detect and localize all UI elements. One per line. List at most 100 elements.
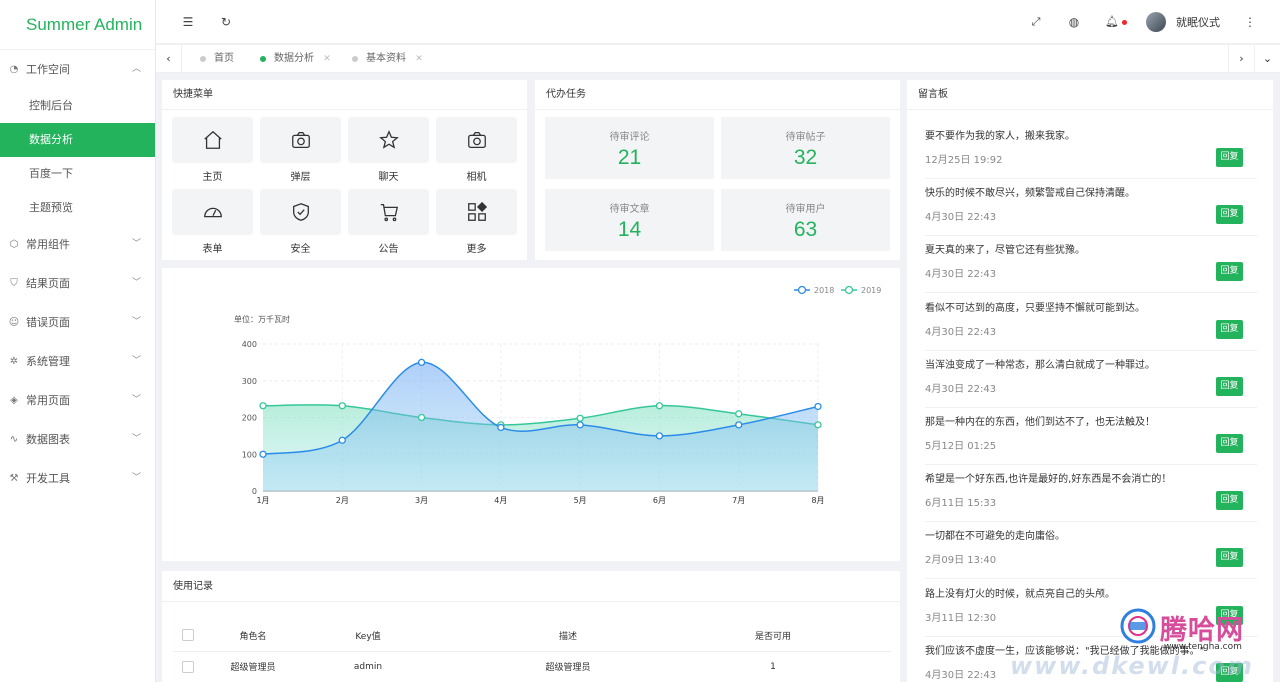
message-time: 4月30日 22:43 xyxy=(925,212,997,224)
data-point-2018 xyxy=(259,450,267,458)
sidebar-group-results[interactable]: ⛉ 结果页面 ﹀ xyxy=(0,264,155,303)
sidebar-group-label: 错误页面 xyxy=(26,316,70,329)
table-row[interactable]: 超级管理员 admin 超级管理员 1 xyxy=(173,651,891,682)
task-users[interactable]: 待审用户 63 xyxy=(721,189,890,251)
reply-button[interactable]: 回复 xyxy=(1216,491,1243,511)
tab-dot xyxy=(352,56,358,62)
y-tick-label: 300 xyxy=(242,377,257,386)
camera-icon xyxy=(468,132,486,148)
sidebar-group-label: 数据图表 xyxy=(26,433,70,446)
reply-button[interactable]: 回复 xyxy=(1216,262,1243,282)
quick-menu-layer[interactable] xyxy=(260,117,341,163)
user-name[interactable]: 就眠仪式 xyxy=(1176,0,1220,46)
row-checkbox[interactable] xyxy=(173,651,203,682)
reply-button[interactable]: 回复 xyxy=(1216,148,1243,167)
message-time: 12月25日 19:92 xyxy=(925,155,1003,166)
reply-button[interactable]: 回复 xyxy=(1216,319,1243,339)
cube-icon: ⬡ xyxy=(9,239,19,250)
reply-button[interactable]: 回复 xyxy=(1216,205,1243,225)
message-item: 快乐的时候不敢尽兴，频繁警戒自己保持清醒。 4月30日 22:43 回复 xyxy=(925,179,1257,237)
reply-button[interactable]: 回复 xyxy=(1216,548,1243,568)
tab-scroll-right-icon[interactable]: › xyxy=(1228,45,1254,73)
fullscreen-icon[interactable]: ⤢ xyxy=(1026,0,1046,44)
message-item: 看似不可达到的高度，只要坚持不懈就可能到达。 4月30日 22:43 回复 xyxy=(925,294,1257,351)
layers-icon: ◈ xyxy=(10,395,18,406)
message-item: 当浑浊变成了一种常态，那么清白就成了一种罪过。 4月30日 22:43 回复 xyxy=(925,351,1257,408)
message-item: 一切都在不可避免的走向庸俗。 2月09日 13:40 回复 xyxy=(925,522,1257,580)
quick-menu-card: 快捷菜单 主页 弹层 聊天 相机 表单 安全 公告 更多 xyxy=(162,80,527,260)
globe-icon[interactable]: ◍ xyxy=(1064,0,1084,44)
quick-menu-security[interactable] xyxy=(260,189,341,235)
x-tick-label: 8月 xyxy=(811,496,824,505)
task-comments[interactable]: 待审评论 21 xyxy=(545,117,714,179)
sidebar-group-pages[interactable]: ◈ 常用页面 ﹀ xyxy=(0,381,155,420)
select-all-checkbox[interactable] xyxy=(173,620,203,652)
task-articles[interactable]: 待审文章 14 xyxy=(545,189,714,251)
quick-menu-form[interactable] xyxy=(172,189,253,235)
message-text: 那是一种内在的东西，他们到达不了，也无法触及！ xyxy=(925,417,1155,428)
data-point-2018 xyxy=(338,436,346,444)
sidebar-group-workspace[interactable]: ◔ 工作空间 ︿ xyxy=(0,50,155,89)
sidebar-group-system[interactable]: ✲ 系统管理 ﹀ xyxy=(0,342,155,381)
watermark-url: www.tengha.com xyxy=(1164,642,1242,652)
chevron-down-icon: ﹀ xyxy=(131,239,141,249)
sidebar-item-baidu[interactable]: 百度一下 xyxy=(0,157,155,191)
message-time: 4月30日 22:43 xyxy=(925,269,997,281)
sidebar-group-charts[interactable]: ∿ 数据图表 ﹀ xyxy=(0,420,155,459)
quick-menu-label: 表单 xyxy=(202,244,223,255)
tab-menu-chevron-down-icon[interactable]: ⌄ xyxy=(1254,45,1280,73)
x-tick-label: 3月 xyxy=(415,496,428,505)
task-count: 21 xyxy=(617,146,642,169)
x-tick-label: 5月 xyxy=(574,496,587,505)
column-header: 描述 xyxy=(433,620,703,652)
dashboard-icon: ◔ xyxy=(9,64,19,75)
bell-icon[interactable]: 🔔︎ xyxy=(1102,0,1122,44)
quick-menu-title: 快捷菜单 xyxy=(162,80,527,110)
sidebar-group-errors[interactable]: ☺ 错误页面 ﹀ xyxy=(0,303,155,342)
reply-button[interactable]: 回复 xyxy=(1216,376,1243,396)
tasks-title: 代办任务 xyxy=(535,80,900,110)
quick-menu-more[interactable] xyxy=(436,189,517,235)
table-cell: 超级管理员 xyxy=(433,651,703,682)
quick-menu-label: 主页 xyxy=(202,172,223,183)
quick-menu-chat[interactable] xyxy=(348,117,429,163)
more-icon[interactable]: ⋮ xyxy=(1240,0,1260,44)
close-icon[interactable]: ✕ xyxy=(415,54,423,64)
star-icon xyxy=(379,130,399,149)
menu-fold-icon[interactable]: ☰ xyxy=(178,0,198,44)
column-header: 是否可用 xyxy=(703,620,843,652)
reply-button[interactable]: 回复 xyxy=(1216,434,1243,453)
tab-scroll-left-icon[interactable]: ‹ xyxy=(156,45,182,73)
message-text: 快乐的时候不敢尽兴，频繁警戒自己保持清醒。 xyxy=(925,188,1135,200)
tab-home[interactable]: 首页 xyxy=(198,45,234,73)
table-cell: 1 xyxy=(703,651,843,682)
refresh-icon[interactable]: ↻ xyxy=(216,0,236,44)
quick-menu-home[interactable] xyxy=(172,117,253,163)
tab-dot xyxy=(200,56,206,62)
message-text: 当浑浊变成了一种常态，那么清白就成了一种罪过。 xyxy=(925,359,1155,371)
quick-menu-notice[interactable] xyxy=(348,189,429,235)
table-header-row: 角色名 Key值 描述 是否可用 xyxy=(173,620,891,652)
data-point-2018 xyxy=(814,402,822,411)
tab-analysis[interactable]: 数据分析 ✕ xyxy=(258,45,331,73)
sidebar-item-theme[interactable]: 主题预览 xyxy=(0,191,155,225)
gear-icon: ✲ xyxy=(9,356,19,367)
avatar[interactable] xyxy=(1146,12,1166,32)
message-time: 3月11日 12:30 xyxy=(925,612,997,624)
tab-profile[interactable]: 基本资料 ✕ xyxy=(350,45,423,73)
top-header: ☰ ↻ ⤢ ◍ 🔔︎ 就眠仪式 ⋮ xyxy=(156,0,1280,44)
sidebar-group-components[interactable]: ⬡ 常用组件 ﹀ xyxy=(0,225,155,264)
app-logo[interactable]: Summer Admin xyxy=(0,0,155,50)
close-icon[interactable]: ✕ xyxy=(323,54,331,64)
sidebar-menu: ◔ 工作空间 ︿ 控制后台 数据分析 百度一下 主题预览 ⬡ 常用组件 ﹀ ⛉ … xyxy=(0,50,155,498)
sidebar-group-devtools[interactable]: ⚒ 开发工具 ﹀ xyxy=(0,459,155,498)
data-point-2019 xyxy=(814,421,822,429)
task-count: 63 xyxy=(793,218,818,241)
quick-menu-camera[interactable] xyxy=(436,117,517,163)
sidebar-item-analysis[interactable]: 数据分析 xyxy=(0,123,155,157)
data-point-2019 xyxy=(655,402,664,410)
watermark-overlay: www.dkewl.com xyxy=(1010,652,1254,680)
message-text: 夏天真的来了，尽管它还有些犹豫。 xyxy=(925,245,1085,257)
task-posts[interactable]: 待审帖子 32 xyxy=(721,117,890,179)
sidebar-item-console[interactable]: 控制后台 xyxy=(0,89,155,123)
